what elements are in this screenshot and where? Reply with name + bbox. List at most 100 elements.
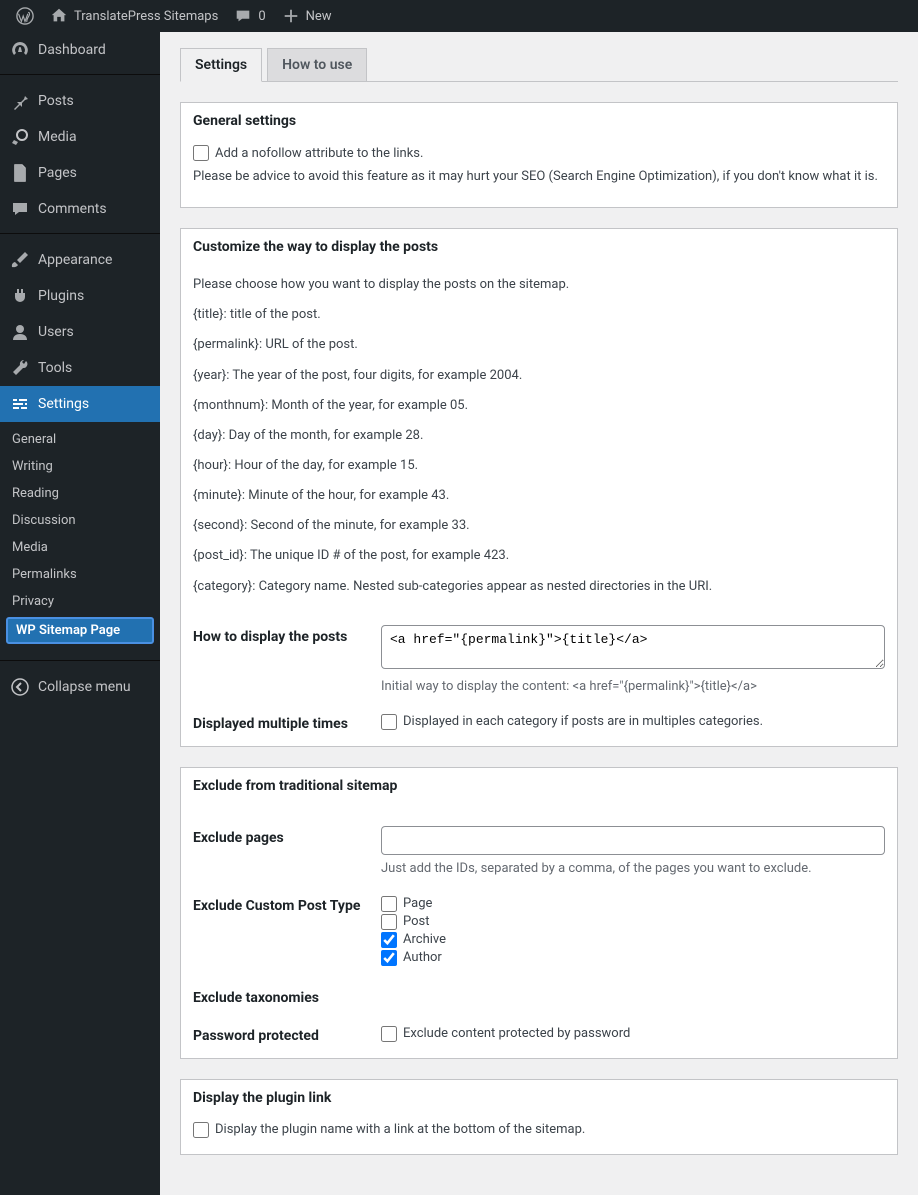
site-name-menu[interactable]: TranslatePress Sitemaps — [42, 0, 226, 32]
token-day: {day}: Day of the month, for example 28. — [193, 426, 885, 446]
tab-how-to-use[interactable]: How to use — [267, 48, 367, 81]
media-icon — [10, 127, 30, 147]
wordpress-logo-menu[interactable] — [8, 0, 42, 32]
menu-pages[interactable]: Pages — [0, 155, 160, 191]
menu-appearance[interactable]: Appearance — [0, 242, 160, 278]
cpt-author-checkbox[interactable] — [381, 950, 397, 966]
comments-count: 0 — [258, 9, 265, 24]
submenu-media[interactable]: Media — [0, 534, 160, 561]
how-display-label: How to display the posts — [193, 625, 381, 645]
submenu-general[interactable]: General — [0, 426, 160, 453]
token-second: {second}: Second of the minute, for exam… — [193, 516, 885, 536]
plugin-link-checkbox[interactable] — [193, 1122, 209, 1138]
plugin-icon — [10, 286, 30, 306]
admin-menu: Dashboard Posts Media Pages Comments App… — [0, 32, 160, 1195]
customize-intro: Please choose how you want to display th… — [193, 275, 885, 295]
token-category: {category}: Category name. Nested sub-ca… — [193, 577, 885, 597]
new-content-menu[interactable]: New — [274, 0, 340, 32]
exclude-cpt-label: Exclude Custom Post Type — [193, 894, 381, 914]
collapse-menu[interactable]: Collapse menu — [0, 669, 160, 705]
token-hour: {hour}: Hour of the day, for example 15. — [193, 456, 885, 476]
displayed-multiple-label: Displayed multiple times — [193, 712, 381, 732]
cpt-author-label: Author — [403, 950, 442, 965]
submenu-permalinks[interactable]: Permalinks — [0, 561, 160, 588]
password-protected-checkbox[interactable] — [381, 1026, 397, 1042]
token-year: {year}: The year of the post, four digit… — [193, 366, 885, 386]
token-minute: {minute}: Minute of the hour, for exampl… — [193, 486, 885, 506]
page-icon — [10, 163, 30, 183]
menu-media[interactable]: Media — [0, 119, 160, 155]
customize-box: Customize the way to display the posts P… — [180, 228, 898, 747]
menu-posts[interactable]: Posts — [0, 83, 160, 119]
token-post-id: {post_id}: The unique ID # of the post, … — [193, 546, 885, 566]
exclude-heading: Exclude from traditional sitemap — [181, 768, 897, 804]
submenu-writing[interactable]: Writing — [0, 453, 160, 480]
exclude-pages-input[interactable] — [381, 826, 885, 855]
nofollow-checkbox-row[interactable]: Add a nofollow attribute to the links. — [193, 145, 885, 161]
user-icon — [10, 322, 30, 342]
cpt-post-row[interactable]: Post — [381, 914, 885, 930]
home-icon — [50, 7, 68, 25]
menu-tools[interactable]: Tools — [0, 350, 160, 386]
menu-comments[interactable]: Comments — [0, 191, 160, 227]
cpt-page-checkbox[interactable] — [381, 896, 397, 912]
general-settings-heading: General settings — [181, 103, 897, 139]
cpt-page-row[interactable]: Page — [381, 896, 885, 912]
dashboard-icon — [10, 40, 30, 60]
cpt-author-row[interactable]: Author — [381, 950, 885, 966]
cpt-post-checkbox[interactable] — [381, 914, 397, 930]
submenu-wp-sitemap-page[interactable]: WP Sitemap Page — [6, 617, 154, 644]
pin-icon — [10, 91, 30, 111]
menu-settings[interactable]: Settings — [0, 386, 160, 422]
plugin-link-cb-label: Display the plugin name with a link at t… — [215, 1122, 585, 1137]
cpt-post-label: Post — [403, 914, 430, 929]
new-label: New — [306, 9, 332, 24]
menu-label: Settings — [38, 396, 89, 412]
cpt-archive-row[interactable]: Archive — [381, 932, 885, 948]
cpt-page-label: Page — [403, 896, 432, 911]
menu-label: Dashboard — [38, 42, 106, 58]
admin-bar: TranslatePress Sitemaps 0 New — [0, 0, 918, 32]
submenu-privacy[interactable]: Privacy — [0, 588, 160, 615]
submenu-discussion[interactable]: Discussion — [0, 507, 160, 534]
token-title: {title}: title of the post. — [193, 305, 885, 325]
exclude-pages-label: Exclude pages — [193, 826, 381, 846]
cpt-archive-checkbox[interactable] — [381, 932, 397, 948]
nofollow-description: Please be advice to avoid this feature a… — [193, 167, 885, 187]
sliders-icon — [10, 394, 30, 414]
nofollow-checkbox[interactable] — [193, 145, 209, 161]
customize-heading: Customize the way to display the posts — [181, 229, 897, 265]
menu-label: Tools — [38, 360, 72, 376]
comment-icon — [234, 7, 252, 25]
plugin-link-box: Display the plugin link Display the plug… — [180, 1079, 898, 1155]
menu-label: Appearance — [38, 252, 112, 268]
displayed-multiple-cb-label: Displayed in each category if posts are … — [403, 714, 763, 729]
menu-label: Comments — [38, 201, 107, 217]
tab-settings[interactable]: Settings — [180, 48, 262, 82]
menu-plugins[interactable]: Plugins — [0, 278, 160, 314]
how-display-hint: Initial way to display the content: <a h… — [381, 679, 885, 694]
menu-users[interactable]: Users — [0, 314, 160, 350]
token-monthnum: {monthnum}: Month of the year, for examp… — [193, 396, 885, 416]
plugin-link-row[interactable]: Display the plugin name with a link at t… — [193, 1122, 885, 1138]
menu-label: Plugins — [38, 288, 84, 304]
password-protected-row[interactable]: Exclude content protected by password — [381, 1026, 885, 1042]
nofollow-label: Add a nofollow attribute to the links. — [215, 146, 423, 161]
how-display-textarea[interactable] — [381, 625, 885, 669]
menu-label: Posts — [38, 93, 74, 109]
wordpress-icon — [16, 7, 34, 25]
password-protected-label: Password protected — [193, 1024, 381, 1044]
cpt-archive-label: Archive — [403, 932, 446, 947]
displayed-multiple-row[interactable]: Displayed in each category if posts are … — [381, 714, 885, 730]
menu-label: Pages — [38, 165, 77, 181]
nav-tabs: Settings How to use — [180, 48, 898, 82]
password-protected-cb-label: Exclude content protected by password — [403, 1026, 630, 1041]
displayed-multiple-checkbox[interactable] — [381, 714, 397, 730]
settings-submenu: General Writing Reading Discussion Media… — [0, 422, 160, 654]
submenu-reading[interactable]: Reading — [0, 480, 160, 507]
comments-menu[interactable]: 0 — [226, 0, 273, 32]
site-name-label: TranslatePress Sitemaps — [74, 9, 218, 24]
collapse-icon — [10, 677, 30, 697]
plus-icon — [282, 7, 300, 25]
menu-dashboard[interactable]: Dashboard — [0, 32, 160, 68]
